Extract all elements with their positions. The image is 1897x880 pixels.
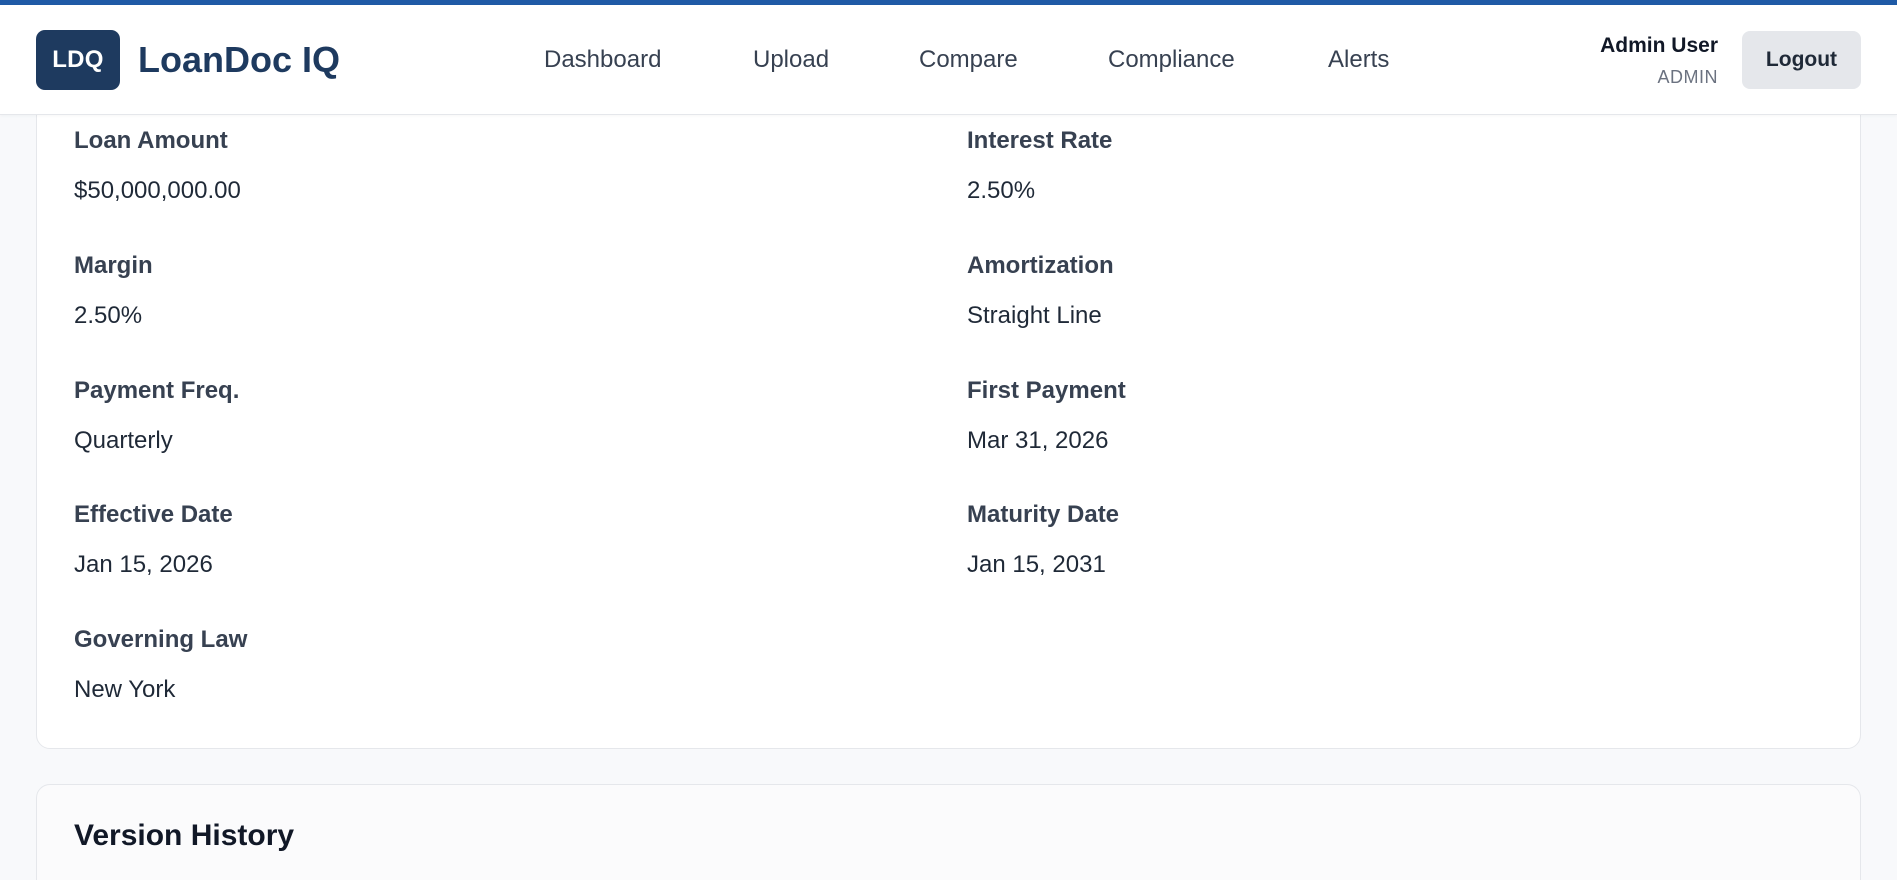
- user-name: Admin User: [1600, 34, 1718, 57]
- field-label: Interest Rate: [967, 127, 1113, 154]
- field-value: Jan 15, 2031: [967, 551, 1106, 578]
- app-header: LDQ LoanDoc IQ Dashboard Upload Compare …: [0, 5, 1897, 115]
- logout-button[interactable]: Logout: [1742, 31, 1861, 89]
- field-value: Jan 15, 2026: [74, 551, 213, 578]
- field-margin: Margin 2.50%: [74, 250, 153, 332]
- field-value: New York: [74, 676, 176, 703]
- field-value: 2.50%: [74, 302, 143, 329]
- app-name[interactable]: LoanDoc IQ: [138, 36, 340, 84]
- field-loan-amount: Loan Amount $50,000,000.00: [74, 125, 241, 207]
- field-label: Effective Date: [74, 501, 233, 528]
- field-governing-law: Governing Law New York: [74, 624, 247, 706]
- field-label: Amortization: [967, 252, 1114, 279]
- field-effective-date: Effective Date Jan 15, 2026: [74, 499, 233, 581]
- nav-compare[interactable]: Compare: [919, 38, 1018, 82]
- nav-upload[interactable]: Upload: [753, 38, 829, 82]
- field-label: Governing Law: [74, 626, 248, 653]
- nav-alerts[interactable]: Alerts: [1328, 38, 1389, 82]
- field-value: Mar 31, 2026: [967, 427, 1109, 454]
- field-label: Margin: [74, 252, 153, 279]
- field-value: $50,000,000.00: [74, 177, 241, 204]
- loan-details-card: Loan Amount $50,000,000.00 Interest Rate…: [36, 40, 1861, 749]
- field-value: Straight Line: [967, 302, 1102, 329]
- field-amortization: Amortization Straight Line: [967, 250, 1114, 332]
- field-label: Loan Amount: [74, 127, 228, 154]
- logo-badge[interactable]: LDQ: [36, 30, 120, 90]
- field-label: First Payment: [967, 377, 1126, 404]
- field-first-payment: First Payment Mar 31, 2026: [967, 375, 1126, 457]
- field-value: Quarterly: [74, 427, 173, 454]
- field-value: 2.50%: [967, 177, 1036, 204]
- field-label: Maturity Date: [967, 501, 1120, 528]
- field-label: Payment Freq.: [74, 377, 240, 404]
- version-history-title: Version History: [74, 819, 295, 852]
- user-role: ADMIN: [1657, 67, 1718, 87]
- field-payment-frequency: Payment Freq. Quarterly: [74, 375, 239, 457]
- field-maturity-date: Maturity Date Jan 15, 2031: [967, 499, 1119, 581]
- nav-compliance[interactable]: Compliance: [1108, 38, 1235, 82]
- field-interest-rate: Interest Rate 2.50%: [967, 125, 1112, 207]
- nav-dashboard[interactable]: Dashboard: [544, 38, 661, 82]
- version-history-card: Version History: [36, 784, 1861, 880]
